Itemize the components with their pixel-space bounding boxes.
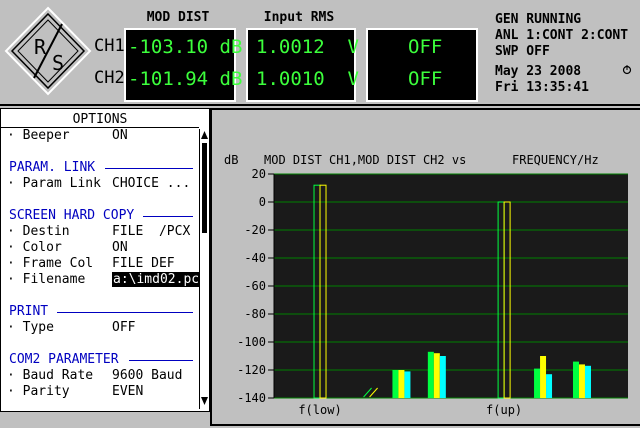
options-scrollbar[interactable] (199, 129, 209, 409)
color-label: · Color (7, 240, 62, 255)
moddist-column-title: MOD DIST (146, 10, 210, 25)
rms-display[interactable]: 1.0012 V 1.0010 V (246, 28, 359, 102)
rms-column-title: Input RMS (263, 10, 335, 25)
logo-letter-s: S (52, 51, 64, 75)
ch1-extra-value: OFF (408, 36, 443, 58)
y-tick-label: -80 (244, 307, 266, 321)
chart-title: MOD DIST CH1,MOD DIST CH2 vs (264, 153, 466, 167)
bar (427, 351, 434, 398)
hourglass-icon (622, 65, 632, 75)
sweep-status: SWP OFF (495, 44, 550, 59)
section-divider (143, 216, 193, 217)
bar (404, 371, 411, 398)
section-divider (129, 360, 193, 361)
beeper-value[interactable]: ON (112, 128, 128, 143)
destin-label: · Destin (7, 224, 70, 239)
parity-label: · Parity (7, 384, 70, 399)
framecol-value[interactable]: FILE DEF (112, 256, 175, 271)
logo-letter-r: R (34, 35, 47, 59)
graph-window[interactable]: dB MOD DIST CH1,MOD DIST CH2 vs FREQUENCY/… (210, 108, 640, 426)
type-value[interactable]: OFF (112, 320, 135, 335)
com2-section: COM2 PARAMETER (9, 352, 119, 367)
bar (546, 374, 553, 398)
beeper-label: · Beeper (7, 128, 70, 143)
rs-logo: R S (4, 6, 92, 96)
moddist-chart: dB MOD DIST CH1,MOD DIST CH2 vs FREQUENCY/… (224, 153, 628, 417)
scroll-up-icon (201, 131, 208, 139)
bar (584, 365, 591, 398)
hardcopy-section: SCREEN HARD COPY (9, 208, 135, 223)
bar (540, 356, 547, 398)
y-axis-unit: dB (224, 153, 238, 167)
y-tick-label: -100 (237, 335, 266, 349)
options-title: OPTIONS (72, 112, 128, 127)
date-display: May 23 2008 (495, 64, 582, 79)
ch2-rms-value: 1.0010 V (256, 68, 359, 90)
bar (578, 364, 585, 398)
scroll-down-icon (201, 397, 208, 405)
section-divider (105, 168, 193, 169)
ch2-label: CH2 (94, 68, 125, 88)
print-section: PRINT (9, 304, 49, 319)
y-tick-label: -40 (244, 251, 266, 265)
y-tick-label: -120 (237, 363, 266, 377)
destin-value[interactable]: FILE /PCX (112, 224, 190, 239)
bar (398, 370, 405, 398)
filename-input[interactable]: a:\imd02.pc (112, 272, 201, 287)
bar (439, 356, 446, 398)
bar (572, 361, 579, 398)
color-value[interactable]: ON (112, 240, 128, 255)
param-link-section: PARAM. LINK (9, 160, 96, 175)
ch1-rms-value: 1.0012 V (256, 36, 359, 58)
anl-status: ANL 1:CONT 2:CONT (495, 28, 629, 43)
param-link-label: · Param Link (7, 176, 101, 191)
ch1-label: CH1 (94, 36, 125, 56)
param-link-value[interactable]: CHOICE ... (112, 176, 190, 191)
ch2-extra-value: OFF (408, 68, 443, 90)
filename-label: · Filename (7, 272, 86, 287)
ch1-moddist-value: -103.10 dB (128, 36, 243, 58)
x-tick-label: f(up) (486, 403, 522, 417)
y-tick-label: -20 (244, 223, 266, 237)
time-display: Fri 13:35:41 (495, 80, 589, 95)
scroll-thumb (202, 143, 207, 233)
gen-status: GEN RUNNING (495, 12, 582, 27)
section-divider (57, 312, 193, 313)
baud-label: · Baud Rate (7, 368, 94, 383)
y-tick-label: 0 (259, 195, 266, 209)
bar (534, 368, 541, 398)
bar (392, 370, 399, 398)
bar (433, 353, 440, 398)
moddist-display[interactable]: -103.10 dB -101.94 dB (124, 28, 242, 102)
x-axis-unit: FREQUENCY/Hz (512, 153, 599, 167)
status-header: R S MOD DIST Input RMS CH1 CH2 -103.10 d… (0, 0, 640, 106)
baud-value[interactable]: 9600 Baud (112, 368, 182, 383)
options-panel[interactable]: OPTIONS · Beeper ON PARAM. LINK · Param … (0, 108, 210, 412)
y-tick-label: -140 (237, 391, 266, 405)
y-tick-label: 20 (252, 167, 266, 181)
parity-value[interactable]: EVEN (112, 384, 143, 399)
x-tick-label: f(low) (298, 403, 341, 417)
y-tick-label: -60 (244, 279, 266, 293)
type-label: · Type (7, 320, 54, 335)
framecol-label: · Frame Col (7, 256, 94, 271)
ch2-moddist-value: -101.94 dB (128, 68, 243, 90)
extra-display[interactable]: OFF OFF (366, 28, 478, 102)
